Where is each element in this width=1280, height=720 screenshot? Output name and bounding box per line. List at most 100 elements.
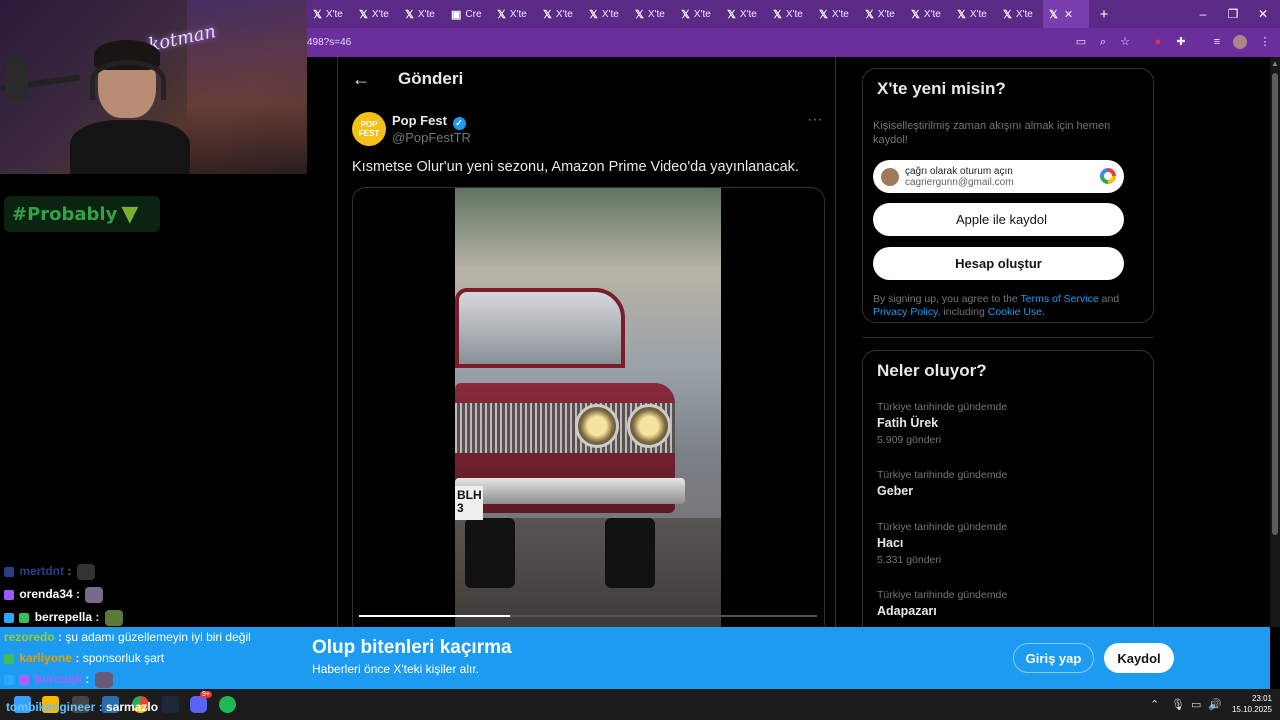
browser-tab[interactable]: 𝕏 X'te [353, 0, 399, 28]
chat-line: tombikengineer : sarmazlo [6, 700, 159, 714]
post-video[interactable]: BLH 3 [352, 187, 825, 627]
browser-tab[interactable]: 𝕏 X'te [767, 0, 813, 28]
minimize-button[interactable]: – [1188, 0, 1218, 28]
car-headlight [575, 404, 619, 448]
back-arrow-icon[interactable]: ← [352, 69, 370, 90]
bookmark-star-icon[interactable]: ☆ [1117, 34, 1133, 50]
url-field[interactable]: 498?s=46 [307, 37, 351, 48]
chat-badge-icon [4, 589, 14, 600]
zoom-icon[interactable]: ⌕ [1095, 34, 1111, 50]
cookie-link[interactable]: Cookie Use. [988, 306, 1045, 318]
browser-tab[interactable]: 𝕏 X'te [951, 0, 997, 28]
video-frame[interactable]: BLH 3 [455, 188, 721, 627]
close-window-button[interactable]: ✕ [1248, 0, 1278, 28]
scrollbar-thumb[interactable] [1272, 73, 1278, 535]
login-banner: rezoredo : şu adamı güzellemeyin iyi bir… [0, 627, 1270, 689]
browser-tab[interactable]: 𝕏 X'te [399, 0, 445, 28]
profile-avatar[interactable] [1233, 35, 1247, 49]
chat-line: karliyone : sponsorluk şart [0, 648, 306, 669]
tab-label: X'te [601, 8, 619, 20]
tab-label: X'te [923, 8, 941, 20]
browser-tab[interactable]: 𝕏 X'te [675, 0, 721, 28]
x-logo-icon: 𝕏 [497, 8, 506, 21]
x-logo-icon: 𝕏 [589, 8, 598, 21]
chat-message: şu adamı güzellemeyin iyi biri değil [65, 630, 251, 644]
chat-line: berrepella : [0, 606, 306, 629]
google-avatar [881, 167, 899, 186]
privacy-link[interactable]: Privacy Policy [873, 306, 938, 318]
tray-chevron-icon[interactable]: ⌃ [1150, 698, 1159, 711]
system-clock[interactable]: 23:01 15.10.2025 [1226, 693, 1272, 715]
sidebar-divider [862, 337, 1154, 338]
trend-item[interactable]: Türkiye tarihinde gündemde Fatih Ürek 5.… [877, 401, 1007, 446]
x-logo-icon: 𝕏 [727, 8, 736, 21]
trend-context: Türkiye tarihinde gündemde [877, 589, 1008, 601]
apple-signup-button[interactable]: Apple ile kaydol [873, 203, 1124, 236]
browser-tab[interactable]: 𝕏 X'te [583, 0, 629, 28]
emote-icon [85, 586, 104, 603]
browser-tab[interactable]: 𝕏 X'te [537, 0, 583, 28]
car-headlight [627, 404, 671, 448]
author-name-text: Pop Fest [392, 113, 447, 128]
browser-tab[interactable]: 𝕏 X'te [813, 0, 859, 28]
trend-item[interactable]: Türkiye tarihinde gündemde Hacı 5.331 gö… [877, 521, 1007, 566]
trend-item[interactable]: Türkiye tarihinde gündemde Geber [877, 469, 1007, 498]
new-tab-button[interactable]: + [1093, 6, 1115, 23]
tab-label: X'te [785, 8, 803, 20]
stream-chat-overlay: rezoredo : şu adamı güzellemeyin iyi bir… [0, 627, 306, 689]
chat-badge-icon [4, 612, 14, 623]
discord-icon[interactable] [190, 696, 207, 713]
google-account-label: çağrı olarak oturum açın [905, 165, 1013, 177]
login-button[interactable]: Giriş yap [1013, 643, 1094, 673]
signup-button[interactable]: Kaydol [1104, 643, 1174, 673]
page-scrollbar[interactable]: ▲ [1270, 57, 1280, 627]
create-account-button[interactable]: Hesap oluştur [873, 247, 1124, 280]
spotify-icon[interactable] [219, 696, 236, 713]
steam-icon[interactable] [162, 696, 179, 713]
scroll-up-icon[interactable]: ▲ [1271, 59, 1279, 68]
browser-tab[interactable]: 𝕏 ✕ [1043, 0, 1089, 28]
extension-record-icon[interactable]: ● [1150, 34, 1166, 50]
legal-prefix: By signing up, you agree to the [873, 293, 1018, 305]
close-tab-icon[interactable]: ✕ [1064, 8, 1073, 21]
more-options-icon[interactable]: ··· [807, 111, 823, 129]
post-text: Kısmetse Olur'un yeni sezonu, Amazon Pri… [352, 159, 799, 175]
author-name[interactable]: Pop Fest ✓ [392, 113, 466, 130]
browser-tab[interactable]: 𝕏 X'te [859, 0, 905, 28]
author-handle[interactable]: @PopFestTR [392, 130, 471, 145]
browser-tab[interactable]: 𝕏 X'te [629, 0, 675, 28]
x-logo-icon: 𝕏 [543, 8, 552, 21]
volume-icon[interactable]: 🔊 [1208, 698, 1222, 711]
extensions-icon[interactable]: ✚ [1173, 34, 1189, 50]
browser-tab[interactable]: 𝕏 X'te [307, 0, 353, 28]
trend-item[interactable]: Türkiye tarihinde gündemde Adapazarı [877, 589, 1007, 618]
post-column: ← Gönderi POP FEST Pop Fest ✓ @PopFestTR… [337, 57, 836, 627]
author-avatar[interactable]: POP FEST [352, 112, 386, 146]
video-progress-bar[interactable] [359, 615, 817, 617]
chat-message: sarmazlo [106, 700, 159, 714]
google-signin-button[interactable]: çağrı olarak oturum açın cagriergunn@gma… [873, 160, 1124, 193]
trend-name: Adapazarı [877, 604, 937, 618]
browser-tab[interactable]: 𝕏 X'te [997, 0, 1043, 28]
terms-link[interactable]: Terms of Service [1021, 293, 1099, 305]
browser-tab[interactable]: 𝕏 X'te [905, 0, 951, 28]
browser-tab[interactable]: ▣ Cre [445, 0, 491, 28]
chat-line: mertdnt : [0, 560, 306, 583]
chat-user: orenda34 [19, 587, 73, 601]
browser-tab[interactable]: 𝕏 X'te [721, 0, 767, 28]
screen: kotman #Probably ▼ mertdnt : orenda34 : … [0, 0, 1280, 720]
chat-user: mertdnt [19, 564, 65, 578]
verified-badge-icon: ✓ [452, 117, 466, 130]
microphone-icon[interactable]: 🎙 [1171, 698, 1185, 711]
banner-title: Olup bitenleri kaçırma [312, 637, 512, 658]
maximize-button[interactable]: ❐ [1218, 0, 1248, 28]
cast-icon[interactable]: ▭ [1073, 34, 1089, 50]
browser-tab[interactable]: 𝕏 X'te [491, 0, 537, 28]
chat-line: orenda34 : [0, 583, 306, 606]
media-control-icon[interactable]: ≡ [1209, 34, 1225, 50]
banner-subtitle: Haberleri önce X'teki kişiler alır. [312, 662, 480, 676]
x-logo-icon: 𝕏 [313, 8, 322, 21]
menu-kebab-icon[interactable]: ⋮ [1257, 34, 1273, 50]
emote-icon [104, 609, 123, 626]
network-icon[interactable]: ▭ [1191, 698, 1201, 711]
